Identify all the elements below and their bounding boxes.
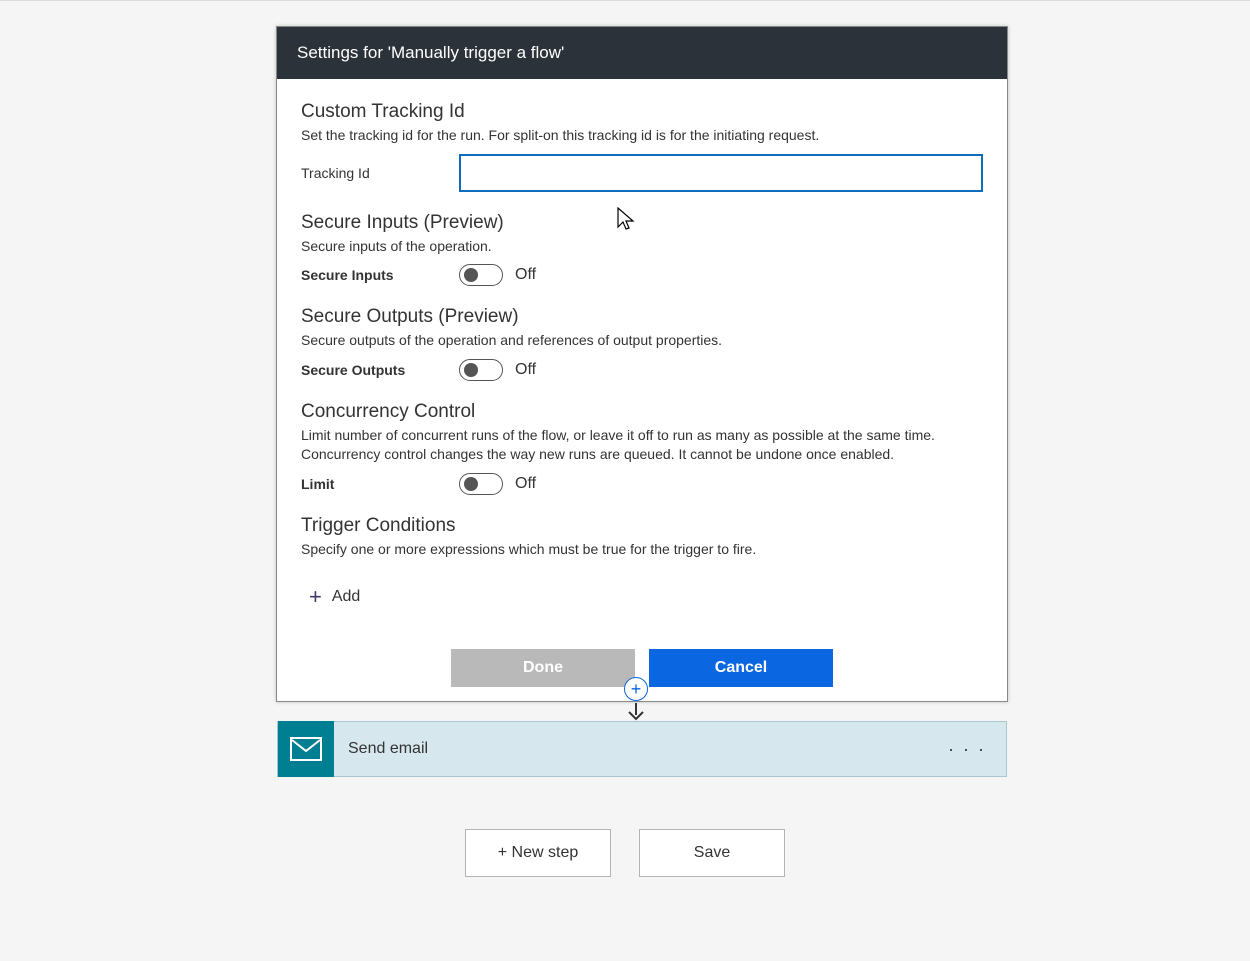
arrow-down-icon — [626, 703, 646, 721]
toggle-track — [459, 473, 503, 495]
tracking-id-label: Tracking Id — [301, 165, 459, 181]
settings-panel: Settings for 'Manually trigger a flow' C… — [276, 26, 1008, 702]
section-trigger-conditions: Trigger Conditions Specify one or more e… — [301, 515, 983, 609]
section-desc: Specify one or more expressions which mu… — [301, 540, 983, 560]
tracking-id-input[interactable] — [459, 154, 983, 192]
section-title: Trigger Conditions — [301, 515, 983, 537]
toggle-state: Off — [515, 266, 536, 284]
section-desc: Secure outputs of the operation and refe… — [301, 331, 983, 351]
add-step-inline-button[interactable]: + — [624, 677, 648, 701]
toggle-track — [459, 359, 503, 381]
email-icon — [278, 721, 334, 777]
section-desc: Secure inputs of the operation. — [301, 237, 983, 257]
add-trigger-condition-button[interactable]: + Add — [309, 586, 360, 608]
toggle-state: Off — [515, 361, 536, 379]
settings-panel-title: Settings for 'Manually trigger a flow' — [277, 27, 1007, 79]
section-title: Concurrency Control — [301, 401, 983, 423]
toggle-state: Off — [515, 475, 536, 493]
section-desc: Set the tracking id for the run. For spl… — [301, 126, 983, 146]
section-title: Secure Inputs (Preview) — [301, 212, 983, 234]
secure-outputs-label: Secure Outputs — [301, 362, 459, 378]
section-title: Custom Tracking Id — [301, 101, 983, 123]
section-custom-tracking-id: Custom Tracking Id Set the tracking id f… — [301, 101, 983, 192]
done-button[interactable]: Done — [451, 649, 635, 687]
new-step-button[interactable]: + New step — [465, 829, 611, 877]
save-button[interactable]: Save — [639, 829, 785, 877]
add-label: Add — [332, 588, 360, 606]
section-desc: Limit number of concurrent runs of the f… — [301, 426, 983, 465]
action-card-more-button[interactable]: · · · — [948, 739, 986, 760]
section-secure-outputs: Secure Outputs (Preview) Secure outputs … — [301, 306, 983, 381]
secure-outputs-toggle[interactable]: Off — [459, 359, 536, 381]
plus-icon: + — [309, 586, 322, 608]
cancel-button[interactable]: Cancel — [649, 649, 833, 687]
secure-inputs-label: Secure Inputs — [301, 267, 459, 283]
toggle-track — [459, 264, 503, 286]
connector: + — [624, 677, 648, 721]
secure-inputs-toggle[interactable]: Off — [459, 264, 536, 286]
action-card-title: Send email — [348, 740, 428, 758]
concurrency-limit-label: Limit — [301, 476, 459, 492]
action-card-send-email[interactable]: Send email · · · — [277, 721, 1007, 777]
section-concurrency-control: Concurrency Control Limit number of conc… — [301, 401, 983, 495]
section-title: Secure Outputs (Preview) — [301, 306, 983, 328]
concurrency-limit-toggle[interactable]: Off — [459, 473, 536, 495]
section-secure-inputs: Secure Inputs (Preview) Secure inputs of… — [301, 212, 983, 287]
bottom-toolbar: + New step Save — [0, 829, 1250, 877]
